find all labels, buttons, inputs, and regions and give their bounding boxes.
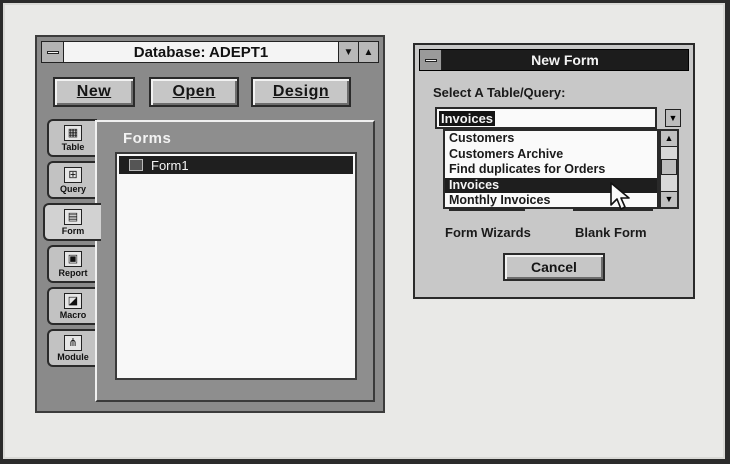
list-item[interactable]: Customers bbox=[445, 131, 657, 147]
tab-macro[interactable]: ◪ Macro bbox=[47, 287, 97, 325]
list-item[interactable]: Find duplicates for Orders bbox=[445, 162, 657, 178]
new-form-title-bar[interactable]: New Form bbox=[419, 49, 689, 71]
table-icon: ▦ bbox=[64, 124, 82, 141]
form-item-icon bbox=[129, 159, 143, 171]
cancel-button[interactable]: Cancel bbox=[503, 253, 605, 281]
cancel-button-label: Cancel bbox=[531, 259, 577, 275]
new-button[interactable]: New bbox=[53, 77, 135, 107]
chevron-down-icon: ▼ bbox=[668, 113, 678, 123]
open-button[interactable]: Open bbox=[149, 77, 239, 107]
tab-query-label: Query bbox=[59, 183, 86, 194]
macro-icon: ◪ bbox=[64, 292, 82, 309]
form-item-label: Form1 bbox=[151, 157, 189, 173]
tab-report[interactable]: ▣ Report bbox=[47, 245, 97, 283]
tab-module-label: Module bbox=[57, 351, 89, 362]
database-title-bar[interactable]: Database: ADEPT1 ▼ ▲ bbox=[41, 41, 379, 63]
system-menu-icon bbox=[46, 50, 59, 54]
tab-table[interactable]: ▦ Table bbox=[47, 119, 97, 157]
database-window: Database: ADEPT1 ▼ ▲ New Open Design ▦ T… bbox=[35, 35, 385, 413]
minimize-button[interactable]: ▼ bbox=[338, 42, 358, 62]
forms-list[interactable]: Form1 bbox=[115, 152, 357, 380]
maximize-icon: ▲ bbox=[363, 46, 374, 58]
open-button-label: Open bbox=[172, 83, 216, 100]
design-button[interactable]: Design bbox=[251, 77, 351, 107]
tab-report-label: Report bbox=[58, 267, 88, 278]
dialog-system-menu-button[interactable] bbox=[420, 50, 442, 70]
select-table-label: Select A Table/Query: bbox=[433, 85, 566, 100]
window-title: Database: ADEPT1 bbox=[133, 43, 269, 61]
tab-macro-label: Macro bbox=[59, 309, 87, 320]
dropdown-scrollbar[interactable]: ▲ ▼ bbox=[659, 129, 679, 209]
arrow-down-icon: ▼ bbox=[664, 194, 674, 204]
tab-table-label: Table bbox=[61, 141, 85, 152]
module-icon: ⋔ bbox=[64, 334, 82, 351]
list-item[interactable]: Customers Archive bbox=[445, 147, 657, 163]
tab-module[interactable]: ⋔ Module bbox=[47, 329, 97, 367]
dialog-title: New Form bbox=[531, 52, 599, 68]
forms-panel: Forms Form1 bbox=[95, 120, 375, 402]
table-query-combobox[interactable]: Invoices bbox=[435, 107, 657, 129]
tab-form-label: Form bbox=[61, 225, 85, 236]
tab-query[interactable]: ⊞ Query bbox=[47, 161, 97, 199]
new-button-label: New bbox=[76, 83, 112, 100]
maximize-button[interactable]: ▲ bbox=[358, 42, 378, 62]
system-menu-icon bbox=[424, 58, 437, 62]
list-item[interactable]: Form1 bbox=[119, 156, 353, 174]
photo-frame: Database: ADEPT1 ▼ ▲ New Open Design ▦ T… bbox=[3, 3, 725, 459]
minimize-icon: ▼ bbox=[343, 46, 354, 58]
forms-panel-label: Forms bbox=[123, 130, 172, 147]
mouse-pointer-icon bbox=[610, 182, 630, 210]
tab-form[interactable]: ▤ Form bbox=[43, 203, 101, 241]
blank-form-label: Blank Form bbox=[575, 225, 647, 240]
report-icon: ▣ bbox=[64, 250, 82, 267]
system-menu-button[interactable] bbox=[42, 42, 64, 62]
scroll-down-button[interactable]: ▼ bbox=[661, 191, 677, 207]
combobox-value: Invoices bbox=[439, 111, 496, 126]
query-icon: ⊞ bbox=[64, 166, 82, 183]
scroll-thumb[interactable] bbox=[661, 159, 677, 175]
scroll-up-button[interactable]: ▲ bbox=[661, 131, 677, 147]
form-wizards-label: Form Wizards bbox=[445, 225, 531, 240]
form-icon: ▤ bbox=[64, 208, 82, 225]
design-button-label: Design bbox=[272, 83, 330, 100]
arrow-up-icon: ▲ bbox=[664, 133, 674, 143]
combobox-dropdown-button[interactable]: ▼ bbox=[665, 109, 681, 127]
new-form-dialog: New Form Select A Table/Query: Invoices … bbox=[413, 43, 695, 299]
